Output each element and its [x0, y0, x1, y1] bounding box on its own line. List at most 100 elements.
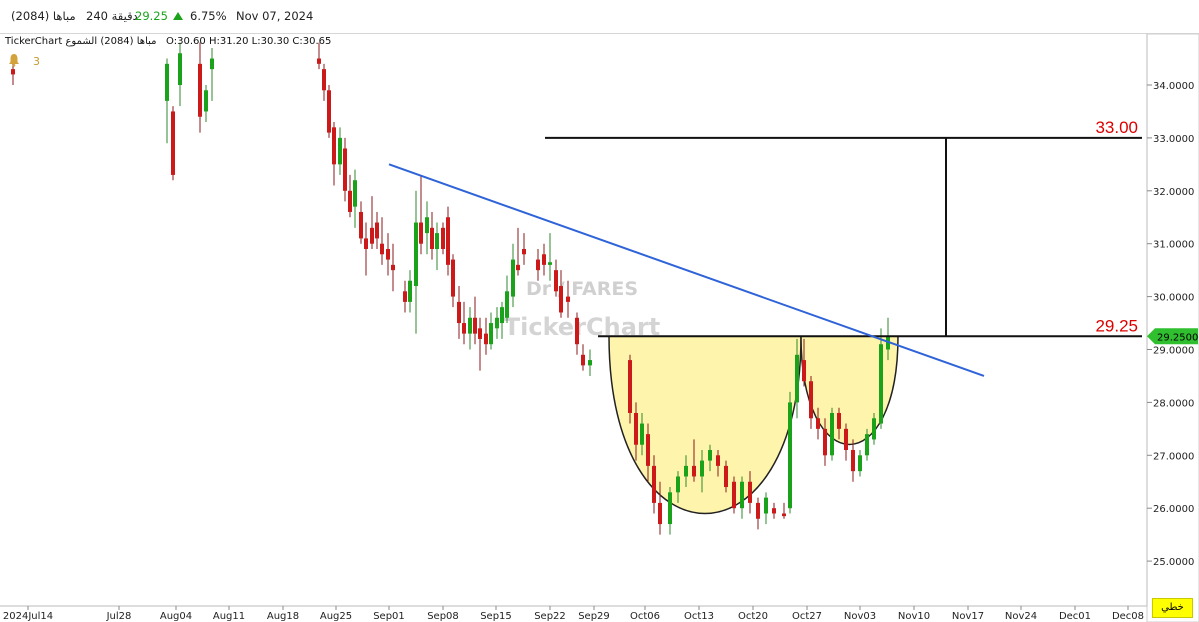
- candle-body: [210, 58, 214, 70]
- legend-type: الشموع: [65, 36, 98, 47]
- current-price-tag: 29.2500: [1147, 328, 1198, 345]
- candle-body: [795, 354, 799, 403]
- candle-body: [332, 127, 336, 165]
- candle-body: [178, 53, 182, 85]
- candle-body: [782, 513, 786, 517]
- candle-body: [473, 317, 477, 334]
- candle-body: [516, 264, 520, 271]
- x-tick-label: 2024Jul14: [3, 611, 53, 622]
- candle: [788, 391, 792, 514]
- candle-body: [165, 63, 169, 101]
- candle-body: [724, 465, 728, 488]
- candle-body: [364, 238, 368, 249]
- candle-body: [489, 323, 493, 345]
- y-tick-label: 32.0000: [1153, 187, 1194, 198]
- candle-body: [823, 428, 827, 456]
- candle-body: [858, 455, 862, 472]
- candle-body: [652, 465, 656, 503]
- x-tick-label: Sep22: [534, 611, 566, 622]
- price-chart[interactable]: Dr / FARES TickerChart 33.00 29.25 34.00…: [0, 0, 1199, 622]
- candle-body: [740, 481, 744, 509]
- candle-body: [462, 323, 466, 334]
- legend-high: H:31.20: [208, 36, 249, 47]
- candle-body: [788, 402, 792, 509]
- candle-body: [844, 428, 848, 451]
- line-chart-button[interactable]: خطي: [1152, 598, 1193, 618]
- candle-body: [548, 262, 552, 265]
- candle-body: [317, 58, 321, 64]
- candle-body: [391, 264, 395, 271]
- y-tick-label: 25.0000: [1153, 557, 1194, 568]
- x-tick-label: Jul28: [106, 611, 132, 622]
- x-tick-label: Aug18: [267, 611, 299, 622]
- candle-body: [772, 508, 776, 514]
- candle-body: [511, 259, 515, 297]
- candle-body: [198, 63, 202, 117]
- y-tick-label: 34.0000: [1153, 81, 1194, 92]
- legend-source: TickerChart: [5, 36, 63, 47]
- candle-body: [468, 317, 472, 334]
- candle-body: [327, 90, 331, 133]
- x-tick-label: Nov10: [898, 611, 930, 622]
- candle-body: [837, 412, 841, 429]
- candle-body: [700, 460, 704, 477]
- candle-body: [348, 190, 352, 212]
- candle-body: [484, 333, 488, 345]
- candle-body: [708, 450, 712, 461]
- candle-body: [441, 227, 445, 249]
- x-tick-label: Oct06: [630, 611, 660, 622]
- candle-body: [684, 465, 688, 477]
- x-tick-label: Sep15: [480, 611, 512, 622]
- candle-body: [435, 233, 439, 249]
- x-tick-label: Oct13: [684, 611, 714, 622]
- y-tick-label: 26.0000: [1153, 504, 1194, 515]
- candle-body: [408, 280, 412, 302]
- alerts-indicator[interactable]: 3: [5, 52, 45, 72]
- candle-body: [809, 381, 813, 419]
- x-axis-ticks: 2024Jul14 Jul28 Aug04 Aug11 Aug18 Aug25 Sep01 S…: [3, 606, 1144, 622]
- x-tick-label: Nov24: [1005, 611, 1037, 622]
- candle-body: [500, 307, 504, 324]
- x-tick-label: Aug04: [160, 611, 192, 622]
- y-tick-label: 29.0000: [1153, 346, 1194, 357]
- candle-body: [419, 222, 423, 244]
- candle-body: [414, 222, 418, 287]
- candle-body: [375, 222, 379, 239]
- watermark-line1: Dr / FARES: [526, 278, 638, 300]
- candle: [830, 407, 834, 461]
- candle-body: [536, 259, 540, 271]
- candle-body: [542, 254, 546, 265]
- candle-body: [676, 476, 680, 493]
- candle-body: [204, 90, 208, 112]
- target-level-label: 33.00: [1095, 118, 1138, 137]
- candle: [327, 85, 331, 138]
- x-tick-label: Aug25: [320, 611, 352, 622]
- candle-body: [640, 423, 644, 445]
- candle-body: [628, 360, 632, 413]
- candle-body: [816, 418, 820, 429]
- legend-low: L:30.30: [251, 36, 290, 47]
- current-price-text: 29.2500: [1157, 332, 1198, 343]
- y-tick-label: 33.0000: [1153, 134, 1194, 145]
- candle-body: [322, 69, 326, 91]
- x-tick-label: Sep01: [373, 611, 405, 622]
- candle-body: [830, 412, 834, 456]
- candle-body: [872, 418, 876, 440]
- y-tick-label: 28.0000: [1153, 398, 1194, 409]
- candle-body: [748, 481, 752, 503]
- x-tick-label: Aug11: [213, 611, 245, 622]
- candle-body: [403, 291, 407, 302]
- candle-body: [802, 360, 806, 382]
- candle-body: [353, 180, 357, 207]
- candle-body: [370, 227, 374, 244]
- candle-body: [343, 148, 347, 191]
- candle-body: [716, 455, 720, 466]
- candle-body: [451, 259, 455, 297]
- candle-body: [851, 450, 855, 472]
- y-axis-panel: [1146, 33, 1199, 622]
- candle-body: [756, 502, 760, 519]
- candle-body: [495, 317, 499, 329]
- candle-body: [554, 270, 558, 292]
- candle-body: [581, 354, 585, 366]
- x-tick-label: Nov17: [952, 611, 984, 622]
